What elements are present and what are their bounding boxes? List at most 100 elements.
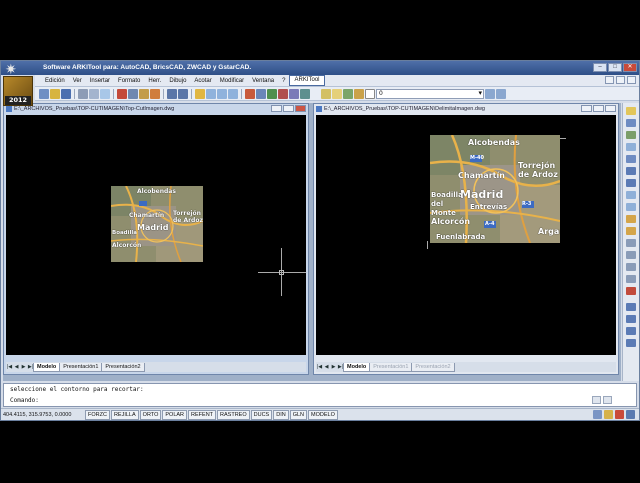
layer-lock-icon[interactable] bbox=[354, 88, 364, 99]
communication-center-icon[interactable] bbox=[593, 410, 602, 419]
doc-minimize-button[interactable] bbox=[271, 105, 282, 112]
layer-color-icon[interactable] bbox=[365, 88, 375, 99]
move-icon[interactable] bbox=[626, 167, 636, 175]
arkitool-logo[interactable]: ✷ 2012 bbox=[1, 62, 35, 106]
match-properties-icon[interactable] bbox=[150, 88, 160, 99]
copy-object-icon[interactable] bbox=[626, 119, 636, 127]
menu-item-edicion[interactable]: Edición bbox=[41, 75, 69, 87]
layer-manager-icon[interactable] bbox=[321, 88, 331, 99]
lock-icon[interactable] bbox=[604, 410, 613, 419]
zoom-realtime-icon[interactable] bbox=[206, 88, 216, 99]
command-scroll-up-button[interactable] bbox=[592, 396, 601, 404]
prev-tab-icon[interactable]: ◀ bbox=[323, 364, 330, 370]
make-current-layer-icon[interactable] bbox=[485, 88, 495, 99]
status-osnap-button[interactable]: REFENT bbox=[188, 409, 217, 420]
status-snap-button[interactable]: FORZC bbox=[85, 409, 110, 420]
first-tab-icon[interactable]: |◀ bbox=[316, 364, 323, 370]
stretch-icon[interactable] bbox=[626, 203, 636, 211]
menu-item-modificar[interactable]: Modificar bbox=[216, 75, 248, 87]
save-icon[interactable] bbox=[61, 88, 71, 99]
tab-presentacion1[interactable]: Presentación1 bbox=[369, 362, 413, 372]
first-tab-icon[interactable]: |◀ bbox=[6, 364, 13, 370]
tab-modelo[interactable]: Modelo bbox=[33, 362, 61, 372]
cut-icon[interactable] bbox=[117, 88, 127, 99]
status-otrack-button[interactable]: RASTREO bbox=[217, 409, 250, 420]
pan-icon[interactable] bbox=[195, 88, 205, 99]
copy-icon[interactable] bbox=[128, 88, 138, 99]
next-tab-icon[interactable]: ▶ bbox=[330, 364, 337, 370]
menu-item-ver[interactable]: Ver bbox=[69, 75, 86, 87]
menu-item-acotar[interactable]: Acotar bbox=[190, 75, 215, 87]
menu-item-ventana[interactable]: Ventana bbox=[248, 75, 278, 87]
close-button[interactable]: ✕ bbox=[623, 63, 637, 72]
doc-close-button[interactable] bbox=[605, 105, 616, 112]
redo-icon[interactable] bbox=[178, 88, 188, 99]
hatch-icon[interactable] bbox=[626, 327, 636, 335]
layer-previous-icon[interactable] bbox=[496, 88, 506, 99]
trim-icon[interactable] bbox=[626, 215, 636, 223]
model-space-canvas[interactable]: Alcobendas Chamartín Madrid Torrejón de … bbox=[6, 115, 306, 355]
layer-combobox[interactable]: 0 bbox=[376, 88, 484, 99]
layer-freeze-icon[interactable] bbox=[343, 88, 353, 99]
erase-icon[interactable] bbox=[626, 107, 636, 115]
mirror-icon[interactable] bbox=[626, 131, 636, 139]
sheet-set-icon[interactable] bbox=[278, 88, 288, 99]
draworder-icon[interactable] bbox=[626, 303, 636, 311]
zoom-window-icon[interactable] bbox=[217, 88, 227, 99]
fillet-icon[interactable] bbox=[626, 275, 636, 283]
array-icon[interactable] bbox=[626, 155, 636, 163]
extend-icon[interactable] bbox=[626, 227, 636, 235]
tab-presentacion2[interactable]: Presentación2 bbox=[411, 362, 455, 372]
notification-icon[interactable] bbox=[615, 410, 624, 419]
drawing-window-top-cutimagen[interactable]: E:\_ARCHIVOS_Pruebas\TOP-CUTIMAGEN\Top-C… bbox=[3, 103, 309, 375]
status-ortho-button[interactable]: ORTO bbox=[139, 409, 162, 420]
status-lwt-button[interactable]: GLN bbox=[289, 409, 308, 420]
layer-on-icon[interactable] bbox=[332, 88, 342, 99]
zoom-previous-icon[interactable] bbox=[228, 88, 238, 99]
command-line[interactable]: seleccione el contorno para recortar: Co… bbox=[3, 383, 637, 407]
command-scroll-down-button[interactable] bbox=[603, 396, 612, 404]
status-grid-button[interactable]: REJILLA bbox=[110, 409, 139, 420]
menu-item-herr[interactable]: Herr. bbox=[144, 75, 165, 87]
tab-modelo[interactable]: Modelo bbox=[343, 362, 371, 372]
mdi-restore-button[interactable] bbox=[616, 76, 625, 84]
publish-icon[interactable] bbox=[100, 88, 110, 99]
map-image-small[interactable]: Alcobendas Chamartín Madrid Torrejón de … bbox=[111, 186, 203, 262]
doc-maximize-button[interactable] bbox=[283, 105, 294, 112]
status-dyn-button[interactable]: DIN bbox=[273, 409, 289, 420]
mdi-close-button[interactable] bbox=[627, 76, 636, 84]
model-space-canvas[interactable]: Alcobendas Torrejón de Ardoz Chamartín M… bbox=[316, 115, 616, 355]
menu-item-dibujo[interactable]: Dibujo bbox=[165, 75, 190, 87]
next-tab-icon[interactable]: ▶ bbox=[20, 364, 27, 370]
doc-maximize-button[interactable] bbox=[593, 105, 604, 112]
minimize-button[interactable]: – bbox=[593, 63, 607, 72]
doc-minimize-button[interactable] bbox=[581, 105, 592, 112]
chamfer-icon[interactable] bbox=[626, 263, 636, 271]
design-center-icon[interactable] bbox=[256, 88, 266, 99]
offset-icon[interactable] bbox=[626, 143, 636, 151]
prev-tab-icon[interactable]: ◀ bbox=[13, 364, 20, 370]
block-icon[interactable] bbox=[626, 339, 636, 347]
doc-close-button[interactable] bbox=[295, 105, 306, 112]
join-icon[interactable] bbox=[626, 251, 636, 259]
explode-icon[interactable] bbox=[626, 287, 636, 295]
paste-icon[interactable] bbox=[139, 88, 149, 99]
command-prompt[interactable]: Comando: bbox=[10, 397, 39, 404]
status-ducs-button[interactable]: DUCS bbox=[250, 409, 273, 420]
open-folder-icon[interactable] bbox=[50, 88, 60, 99]
calculator-icon[interactable] bbox=[300, 88, 310, 99]
undo-icon[interactable] bbox=[167, 88, 177, 99]
text-icon[interactable] bbox=[626, 315, 636, 323]
properties-icon[interactable] bbox=[245, 88, 255, 99]
menu-item-insertar[interactable]: Insertar bbox=[86, 75, 114, 87]
markup-icon[interactable] bbox=[289, 88, 299, 99]
menu-item-arkitool[interactable]: ARKITool bbox=[289, 75, 325, 86]
tool-palettes-icon[interactable] bbox=[267, 88, 277, 99]
print-icon[interactable] bbox=[78, 88, 88, 99]
maximize-button[interactable]: □ bbox=[608, 63, 622, 72]
tab-presentacion2[interactable]: Presentación2 bbox=[101, 362, 145, 372]
new-file-icon[interactable] bbox=[39, 88, 49, 99]
menu-item-help[interactable]: ? bbox=[278, 75, 289, 87]
break-icon[interactable] bbox=[626, 239, 636, 247]
mdi-minimize-button[interactable] bbox=[605, 76, 614, 84]
